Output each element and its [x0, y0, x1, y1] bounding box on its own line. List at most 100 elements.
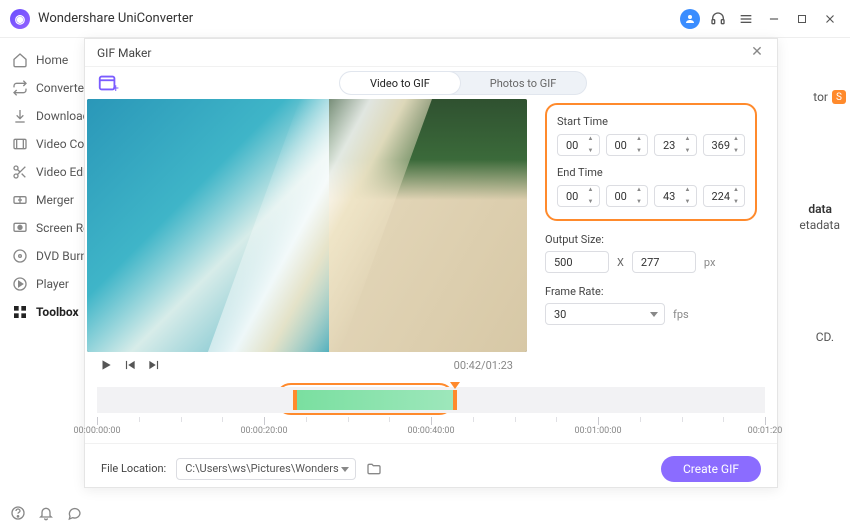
close-icon[interactable]: [820, 9, 840, 29]
ruler-label: 00:01:20: [748, 426, 783, 436]
ruler-label: 00:00:40:00: [407, 426, 454, 436]
output-size-unit: px: [704, 256, 716, 269]
timeline: 00:00:00:0000:00:20:0000:00:40:0000:01:0…: [85, 379, 777, 437]
prev-frame-button[interactable]: [123, 358, 137, 372]
end-hours-stepper[interactable]: 00▲▼: [557, 185, 600, 207]
record-icon: [12, 220, 28, 236]
play-button[interactable]: [99, 358, 113, 372]
help-icon[interactable]: [10, 505, 26, 521]
file-location-select[interactable]: C:\Users\ws\Pictures\Wonders: [176, 458, 356, 480]
sidebar-item-video-editor[interactable]: Video Editor: [10, 158, 84, 186]
scissors-icon: [12, 164, 28, 180]
sidebar-item-label: Downloader: [36, 109, 84, 123]
sidebar-item-toolbox[interactable]: Toolbox: [10, 298, 84, 326]
bg-text: CD.: [816, 330, 834, 344]
timeline-ruler: 00:00:00:0000:00:20:0000:00:40:0000:01:0…: [97, 417, 765, 437]
end-ms-stepper[interactable]: 224▲▼: [703, 185, 746, 207]
feedback-icon[interactable]: [66, 505, 82, 521]
home-icon: [12, 52, 28, 68]
output-size-label: Output Size:: [545, 233, 757, 246]
bg-text: data: [808, 202, 832, 216]
minimize-icon[interactable]: [764, 9, 784, 29]
sidebar-item-player[interactable]: Player: [10, 270, 84, 298]
end-seconds-stepper[interactable]: 43▲▼: [654, 185, 697, 207]
sidebar-item-merger[interactable]: Merger: [10, 186, 84, 214]
sidebar-item-label: Converter: [36, 81, 84, 95]
start-time-label: Start Time: [557, 115, 745, 128]
sidebar-item-converter[interactable]: Converter: [10, 74, 84, 102]
playhead-icon[interactable]: [450, 382, 460, 389]
footer: [0, 499, 850, 527]
create-gif-button[interactable]: Create GIF: [661, 456, 761, 482]
background-panel: tor S data etadata CD.: [790, 40, 850, 501]
sidebar-item-label: Home: [36, 53, 68, 67]
output-height-input[interactable]: 277: [632, 251, 696, 273]
sidebar-item-home[interactable]: Home: [10, 46, 84, 74]
timeline-track[interactable]: [97, 387, 765, 413]
convert-icon: [12, 80, 28, 96]
end-time-label: End Time: [557, 166, 745, 179]
add-media-icon[interactable]: +: [97, 72, 119, 94]
close-icon[interactable]: ✕: [749, 45, 765, 61]
start-ms-stepper[interactable]: 369▲▼: [703, 134, 746, 156]
sidebar-item-screen-recorder[interactable]: Screen Recorder: [10, 214, 84, 242]
sidebar-item-label: Screen Recorder: [36, 221, 84, 235]
maximize-icon[interactable]: [792, 9, 812, 29]
app-logo: ◉: [10, 9, 30, 29]
settings-panel: Start Time 00▲▼ 00▲▼ 23▲▼ 369▲▼ End Time…: [527, 99, 777, 379]
video-preview[interactable]: [87, 99, 527, 352]
sidebar-item-label: DVD Burner: [36, 249, 84, 263]
play-icon: [12, 276, 28, 292]
time-range-box: Start Time 00▲▼ 00▲▼ 23▲▼ 369▲▼ End Time…: [545, 103, 757, 221]
disc-icon: [12, 248, 28, 264]
ruler-label: 00:00:20:00: [240, 426, 287, 436]
sidebar-item-label: Toolbox: [36, 305, 79, 319]
app-title: Wondershare UniConverter: [38, 11, 193, 26]
start-hours-stepper[interactable]: 00▲▼: [557, 134, 600, 156]
bell-icon[interactable]: [38, 505, 54, 521]
selection-segment[interactable]: [293, 390, 457, 410]
dimension-separator: X: [617, 256, 624, 269]
file-location-label: File Location:: [101, 462, 166, 475]
headset-icon[interactable]: [708, 9, 728, 29]
ruler-label: 00:01:00:00: [574, 426, 621, 436]
download-icon: [12, 108, 28, 124]
titlebar: ◉ Wondershare UniConverter: [0, 0, 850, 38]
folder-icon[interactable]: [366, 461, 382, 477]
sidebar-item-label: Video Compressor: [36, 137, 84, 151]
grid-icon: [12, 304, 28, 320]
frame-rate-label: Frame Rate:: [545, 285, 757, 298]
modal-header: GIF Maker ✕: [85, 39, 777, 67]
frame-rate-unit: fps: [673, 308, 689, 321]
start-minutes-stepper[interactable]: 00▲▼: [606, 134, 649, 156]
svg-text:+: +: [113, 82, 119, 94]
start-seconds-stepper[interactable]: 23▲▼: [654, 134, 697, 156]
next-frame-button[interactable]: [147, 358, 161, 372]
bg-text: etadata: [799, 218, 840, 232]
mode-tabs: Video to GIF Photos to GIF: [339, 71, 587, 95]
modal-toolbar: + Video to GIF Photos to GIF: [85, 67, 777, 99]
avatar[interactable]: [680, 9, 700, 29]
compress-icon: [12, 136, 28, 152]
tab-video-to-gif[interactable]: Video to GIF: [340, 72, 460, 94]
sidebar-item-dvd-burner[interactable]: DVD Burner: [10, 242, 84, 270]
merge-icon: [12, 192, 28, 208]
sidebar-item-video-compressor[interactable]: Video Compressor: [10, 130, 84, 158]
playback-controls: 00:42/01:23: [85, 352, 527, 379]
sidebar-item-label: Player: [36, 277, 69, 291]
playback-time: 00:42/01:23: [454, 359, 513, 372]
end-minutes-stepper[interactable]: 00▲▼: [606, 185, 649, 207]
modal-title: GIF Maker: [97, 46, 151, 60]
sidebar: Home Converter Downloader Video Compress…: [0, 38, 84, 499]
ruler-label: 00:00:00:00: [73, 426, 120, 436]
modal-footer: File Location: C:\Users\ws\Pictures\Wond…: [85, 443, 777, 493]
menu-icon[interactable]: [736, 9, 756, 29]
sidebar-item-label: Merger: [36, 193, 74, 207]
badge-s: S: [832, 90, 846, 104]
output-width-input[interactable]: 500: [545, 251, 609, 273]
frame-rate-select[interactable]: 30: [545, 303, 665, 325]
gif-maker-modal: GIF Maker ✕ + Video to GIF Photos to GIF: [84, 38, 778, 488]
sidebar-item-label: Video Editor: [36, 165, 84, 179]
sidebar-item-downloader[interactable]: Downloader: [10, 102, 84, 130]
tab-photos-to-gif[interactable]: Photos to GIF: [460, 72, 587, 94]
